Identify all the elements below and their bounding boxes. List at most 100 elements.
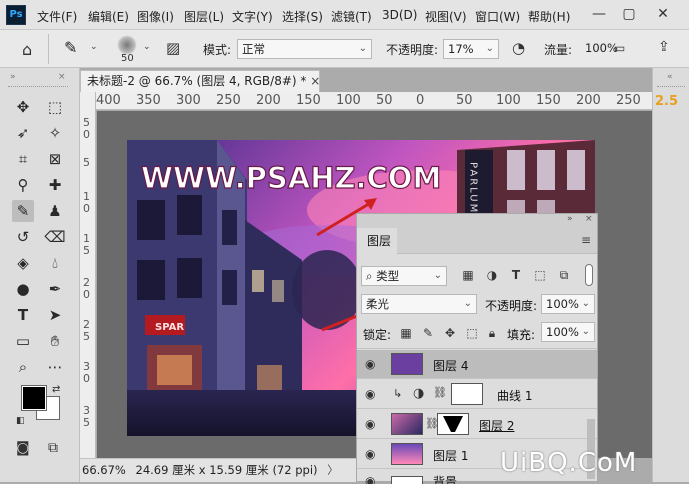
layer-filter-dropdown[interactable]: ⌕ 类型 ⌄	[361, 266, 447, 286]
quick-mask-icon[interactable]: ◙	[16, 440, 30, 456]
zoom-level[interactable]: 66.67%	[80, 463, 126, 477]
lasso-tool-icon[interactable]: ➶	[12, 122, 34, 144]
layer-name[interactable]: 图层 4	[433, 357, 468, 374]
layer-opacity-field[interactable]: 100% ⌄	[541, 294, 595, 314]
magic-wand-tool-icon[interactable]: ✧	[44, 122, 66, 144]
home-icon[interactable]: ⌂	[22, 40, 32, 59]
rectangle-tool-icon[interactable]: ▭	[12, 330, 34, 352]
visibility-eye-icon[interactable]: ◉	[365, 447, 375, 461]
lock-transparent-icon[interactable]: ▦	[397, 324, 415, 342]
collapse-icon[interactable]: »	[567, 214, 573, 224]
search-icon: ⌕	[366, 269, 373, 283]
close-icon[interactable]: ×	[585, 214, 593, 224]
airbrush-icon[interactable]: ▭	[614, 41, 625, 55]
healing-brush-tool-icon[interactable]: ✚	[44, 174, 66, 196]
pressure-opacity-icon[interactable]: ◔	[512, 39, 525, 57]
type-tool-icon[interactable]: T	[12, 304, 34, 326]
marquee-tool-icon[interactable]: ⬚	[44, 96, 66, 118]
zoom-tool-icon[interactable]: ⌕	[12, 356, 34, 378]
swap-colors-icon[interactable]: ⇄	[52, 384, 60, 395]
menu-file[interactable]: 文件(F)	[37, 8, 77, 25]
panel-menu-icon[interactable]: ≡	[581, 233, 591, 247]
brush-preset-preview[interactable]	[117, 35, 137, 55]
ruler-tick-label: 5	[83, 244, 90, 257]
share-icon[interactable]: ⇪	[658, 39, 670, 55]
pen-tool-icon[interactable]: ✒	[44, 278, 66, 300]
filter-toggle[interactable]	[585, 264, 593, 286]
visibility-eye-icon[interactable]: ◉	[365, 357, 375, 371]
layer-thumbnail	[391, 476, 423, 484]
layer-row[interactable]: ◉ ⛓ 图层 2	[357, 410, 597, 439]
menu-type[interactable]: 文字(Y)	[232, 8, 273, 25]
visibility-eye-icon[interactable]: ◉	[365, 417, 375, 431]
chevron-down-icon[interactable]: ⌄	[143, 42, 151, 52]
eyedropper-tool-icon[interactable]: ⚲	[12, 174, 34, 196]
lock-position-icon[interactable]: ✥	[441, 324, 459, 342]
brush-settings-icon[interactable]: ▨	[166, 39, 180, 57]
blend-mode-dropdown[interactable]: 柔光 ⌄	[361, 294, 477, 314]
screen-mode-icon[interactable]: ⧉	[48, 440, 58, 456]
minimize-button[interactable]: —	[588, 4, 610, 24]
filter-pixel-icon[interactable]: ▦	[459, 266, 477, 284]
layer-opacity-value: 100%	[546, 297, 579, 311]
chevron-down-icon[interactable]: ⌄	[90, 42, 98, 52]
chevron-down-icon: ⌄	[463, 298, 472, 309]
brush-tool-icon[interactable]: ✎	[64, 38, 77, 57]
close-icon[interactable]: ×	[58, 72, 66, 82]
layer-row[interactable]: ◉ 图层 4	[357, 350, 597, 379]
lock-all-icon[interactable]: 🔒︎	[483, 324, 501, 342]
lock-pixels-icon[interactable]: ✎	[419, 324, 437, 342]
ruler-tick-label: 50	[456, 93, 473, 108]
lock-artboard-icon[interactable]: ⬚	[463, 324, 481, 342]
filter-smart-object-icon[interactable]: ⧉	[555, 266, 573, 284]
expand-icon[interactable]: «	[667, 72, 673, 82]
document-tab[interactable]: 未标题-2 @ 66.7% (图层 4, RGB/8#) * ×	[80, 70, 320, 92]
filter-type-icon[interactable]: T	[507, 266, 525, 284]
fill-field[interactable]: 100% ⌄	[541, 322, 595, 342]
layer-row[interactable]: ◉ ↳ ◑ ⛓ 曲线 1	[357, 380, 597, 409]
move-tool-icon[interactable]: ✥	[12, 96, 34, 118]
mode-dropdown[interactable]: 正常 ⌄	[237, 39, 372, 59]
menu-edit[interactable]: 编辑(E)	[88, 8, 129, 25]
status-menu-arrow[interactable]: 〉	[321, 463, 339, 477]
frame-tool-icon[interactable]: ⊠	[44, 148, 66, 170]
path-selection-tool-icon[interactable]: ➤	[44, 304, 66, 326]
visibility-eye-icon[interactable]: ◉	[365, 387, 375, 401]
menu-layer[interactable]: 图层(L)	[184, 8, 224, 25]
menu-help[interactable]: 帮助(H)	[528, 8, 570, 25]
more-tools-icon[interactable]: ⋯	[44, 356, 66, 378]
layer-name[interactable]: 曲线 1	[497, 387, 532, 404]
menu-3d[interactable]: 3D(D)	[382, 8, 417, 22]
opacity-field[interactable]: 17% ⌄	[443, 39, 499, 59]
dodge-tool-icon[interactable]: ●	[12, 278, 34, 300]
layer-name[interactable]: 图层 1	[433, 447, 468, 464]
crop-tool-icon[interactable]: ⌗	[12, 148, 34, 170]
history-brush-tool-icon[interactable]: ↺	[12, 226, 34, 248]
visibility-eye-icon[interactable]: ◉	[365, 474, 375, 484]
menu-filter[interactable]: 滤镜(T)	[331, 8, 372, 25]
menu-select[interactable]: 选择(S)	[282, 8, 323, 25]
close-button[interactable]: ✕	[652, 4, 674, 24]
filter-adjustment-icon[interactable]: ◑	[483, 266, 501, 284]
layer-opacity-label: 不透明度:	[485, 299, 538, 313]
foreground-color-swatch[interactable]	[21, 385, 47, 411]
menu-view[interactable]: 视图(V)	[425, 8, 467, 25]
layer-name[interactable]: 背景	[433, 473, 457, 484]
filter-shape-icon[interactable]: ⬚	[531, 266, 549, 284]
eraser-tool-icon[interactable]: ⌫	[44, 226, 66, 248]
panel-value-badge[interactable]: 2.5	[655, 94, 678, 109]
hand-tool-icon[interactable]: ✋︎	[44, 330, 66, 352]
default-colors-icon[interactable]: ◧	[16, 416, 25, 426]
ruler-tick-label: 150	[536, 93, 561, 108]
tab-close-icon[interactable]: ×	[310, 74, 320, 88]
restore-button[interactable]: ▢	[618, 4, 640, 24]
brush-tool-icon[interactable]: ✎	[12, 200, 34, 222]
collapse-icon[interactable]: »	[10, 72, 16, 82]
tab-layers[interactable]: 图层	[357, 228, 397, 254]
menu-image[interactable]: 图像(I)	[137, 8, 174, 25]
menu-window[interactable]: 窗口(W)	[475, 8, 520, 25]
blur-tool-icon[interactable]: 💧︎	[44, 252, 66, 274]
layer-name[interactable]: 图层 2	[479, 417, 514, 434]
stamp-tool-icon[interactable]: ♟	[44, 200, 66, 222]
paint-bucket-tool-icon[interactable]: ◈	[12, 252, 34, 274]
